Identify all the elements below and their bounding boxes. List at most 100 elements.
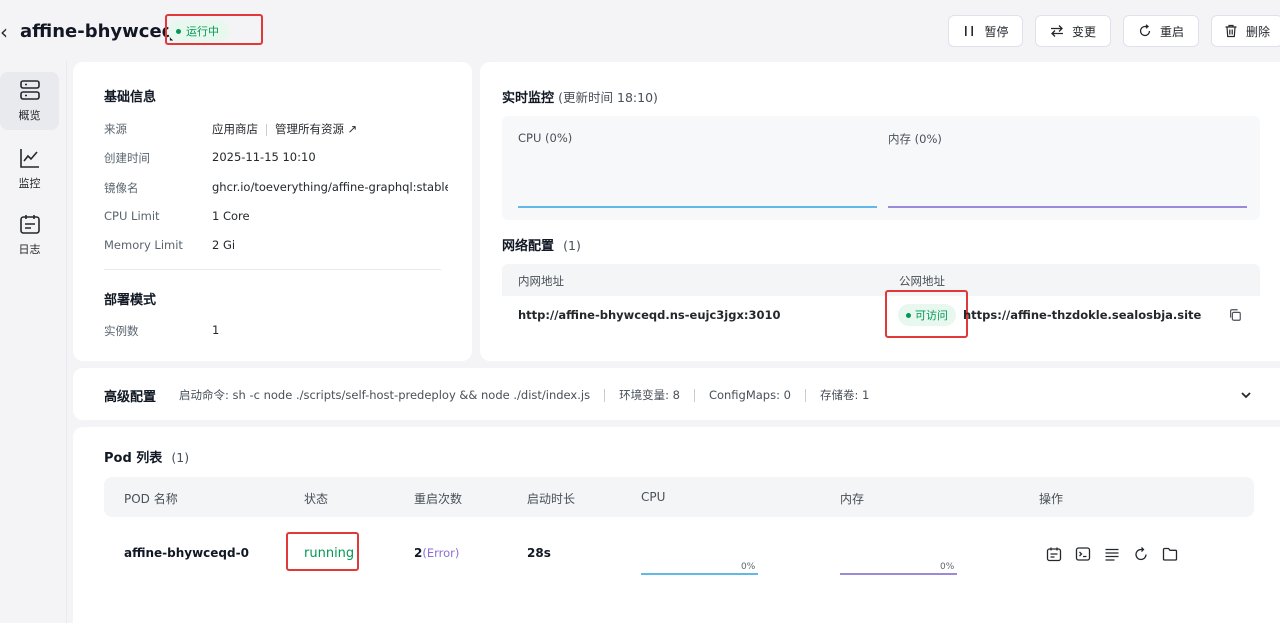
info-label: 镜像名: [104, 181, 139, 195]
col-memory: 内存: [840, 492, 865, 506]
sidebar-item-logs[interactable]: 日志: [0, 206, 59, 264]
manage-resources-text: 管理所有资源: [275, 122, 344, 136]
highlight-box: [885, 290, 968, 338]
cpu-percent: 0%: [741, 562, 756, 572]
details-list-icon[interactable]: [1102, 544, 1122, 564]
memory-monitor-label: 内存 (0%): [888, 132, 942, 146]
cpu-limit-value: 1 Core: [212, 209, 250, 223]
source-text: 应用商店: [212, 122, 258, 136]
network-header: 网络配置 (1): [502, 235, 581, 254]
image-name-value: ghcr.io/toeverything/affine-graphql:stab…: [212, 180, 448, 194]
col-uptime: 启动时长: [527, 492, 576, 506]
storage-count: 存储卷: 1: [819, 388, 870, 402]
cpu-usage-line: [518, 206, 877, 208]
monitor-panel: [502, 116, 1260, 220]
link-divider: [266, 123, 267, 136]
calendar-log-icon: [19, 215, 40, 234]
basic-info-title: 基础信息: [104, 90, 157, 105]
app-title: affine-bhywceqd: [20, 21, 188, 42]
terminal-icon[interactable]: [1073, 544, 1093, 564]
pod-count: (1): [171, 450, 190, 465]
advanced-summary: 启动命令: sh -c node ./scripts/self-host-pre…: [179, 387, 869, 403]
sidebar-item-overview[interactable]: 概览: [0, 72, 59, 130]
restart-label: 重启: [1159, 24, 1184, 39]
memory-percent: 0%: [940, 562, 955, 572]
cpu-monitor-label: CPU (0%): [518, 131, 573, 145]
monitor-header: 实时监控 (更新时间 18:10): [502, 87, 658, 106]
info-label: CPU Limit: [104, 209, 160, 223]
network-count: (1): [563, 238, 581, 253]
folder-icon[interactable]: [1160, 544, 1180, 564]
restart-icon: [1139, 24, 1151, 37]
deploy-mode-title: 部署模式: [104, 293, 157, 308]
back-icon[interactable]: ‹: [0, 20, 12, 44]
restart-error-note[interactable]: (Error): [422, 546, 459, 560]
memory-usage-line: [888, 206, 1247, 208]
pause-button[interactable]: 暂停: [948, 15, 1023, 47]
chevron-down-icon[interactable]: [1239, 387, 1253, 401]
pod-restarts: 2(Error): [414, 546, 459, 560]
monitor-update-time: (更新时间 18:10): [558, 90, 658, 105]
info-label: Memory Limit: [104, 238, 183, 252]
col-public: 公网地址: [899, 274, 945, 288]
sidebar-divider: [66, 60, 67, 623]
highlight-box: [286, 532, 359, 571]
sidebar-item-monitor[interactable]: 监控: [0, 140, 59, 198]
sidebar-label: 日志: [18, 243, 41, 256]
memory-mini-bar: [840, 573, 957, 575]
separator: [804, 389, 806, 402]
col-pod-name: POD 名称: [124, 492, 178, 506]
sidebar-label: 监控: [18, 177, 41, 190]
source-value: 应用商店 管理所有资源 ↗: [212, 121, 357, 137]
start-command: 启动命令: sh -c node ./scripts/self-host-pre…: [179, 388, 591, 402]
network-table-header: [502, 264, 1260, 296]
col-internal: 内网地址: [518, 274, 564, 288]
col-actions: 操作: [1039, 492, 1064, 506]
pod-actions: [1044, 544, 1180, 564]
manage-resources-link[interactable]: 管理所有资源 ↗: [275, 122, 357, 136]
pod-list-title: Pod 列表: [104, 451, 163, 466]
section-divider: [104, 269, 441, 270]
highlight-box: [165, 14, 263, 45]
instance-count-label: 实例数: [104, 324, 139, 338]
separator: [693, 389, 695, 402]
configmaps-count: ConfigMaps: 0: [708, 388, 791, 402]
trash-icon: [1225, 24, 1237, 38]
advanced-title: 高级配置: [104, 390, 157, 405]
overview-icon: [19, 80, 40, 100]
cpu-mini-bar: [641, 573, 758, 575]
calendar-log-icon[interactable]: [1044, 544, 1064, 564]
swap-icon: [1050, 25, 1063, 37]
instance-count-value: 1: [212, 323, 220, 337]
pause-icon: [965, 26, 974, 36]
col-restarts: 重启次数: [414, 492, 463, 506]
monitor-title: 实时监控: [502, 91, 555, 106]
network-title: 网络配置: [502, 239, 555, 254]
external-link-icon: ↗: [347, 122, 358, 136]
memory-limit-value: 2 Gi: [212, 238, 236, 252]
pod-list-header: Pod 列表 (1): [104, 447, 189, 466]
copy-icon[interactable]: [1228, 307, 1244, 323]
internal-url[interactable]: http://affine-bhywceqd.ns-eujc3jgx:3010: [518, 308, 781, 322]
pod-name: affine-bhywceqd-0: [124, 546, 249, 560]
info-label: 来源: [104, 122, 127, 136]
pod-list-card: [73, 427, 1280, 623]
created-time-value: 2025-11-15 10:10: [212, 150, 316, 164]
pause-label: 暂停: [984, 24, 1009, 39]
sidebar-label: 概览: [18, 109, 41, 122]
pod-uptime: 28s: [527, 546, 551, 560]
restart-icon[interactable]: [1131, 544, 1151, 564]
separator: [604, 389, 606, 402]
pod-table-header: [104, 477, 1254, 517]
col-status: 状态: [304, 492, 329, 506]
col-cpu: CPU: [641, 490, 666, 504]
info-label: 创建时间: [104, 151, 150, 165]
restart-button[interactable]: 重启: [1123, 15, 1199, 47]
env-count: 环境变量: 8: [619, 388, 680, 402]
change-label: 变更: [1071, 24, 1096, 39]
delete-button[interactable]: 删除: [1211, 15, 1280, 47]
delete-label: 删除: [1245, 24, 1270, 39]
chart-icon: [19, 149, 39, 168]
public-url[interactable]: https://affine-thzdokle.sealosbja.site: [963, 308, 1201, 322]
change-button[interactable]: 变更: [1035, 15, 1111, 47]
